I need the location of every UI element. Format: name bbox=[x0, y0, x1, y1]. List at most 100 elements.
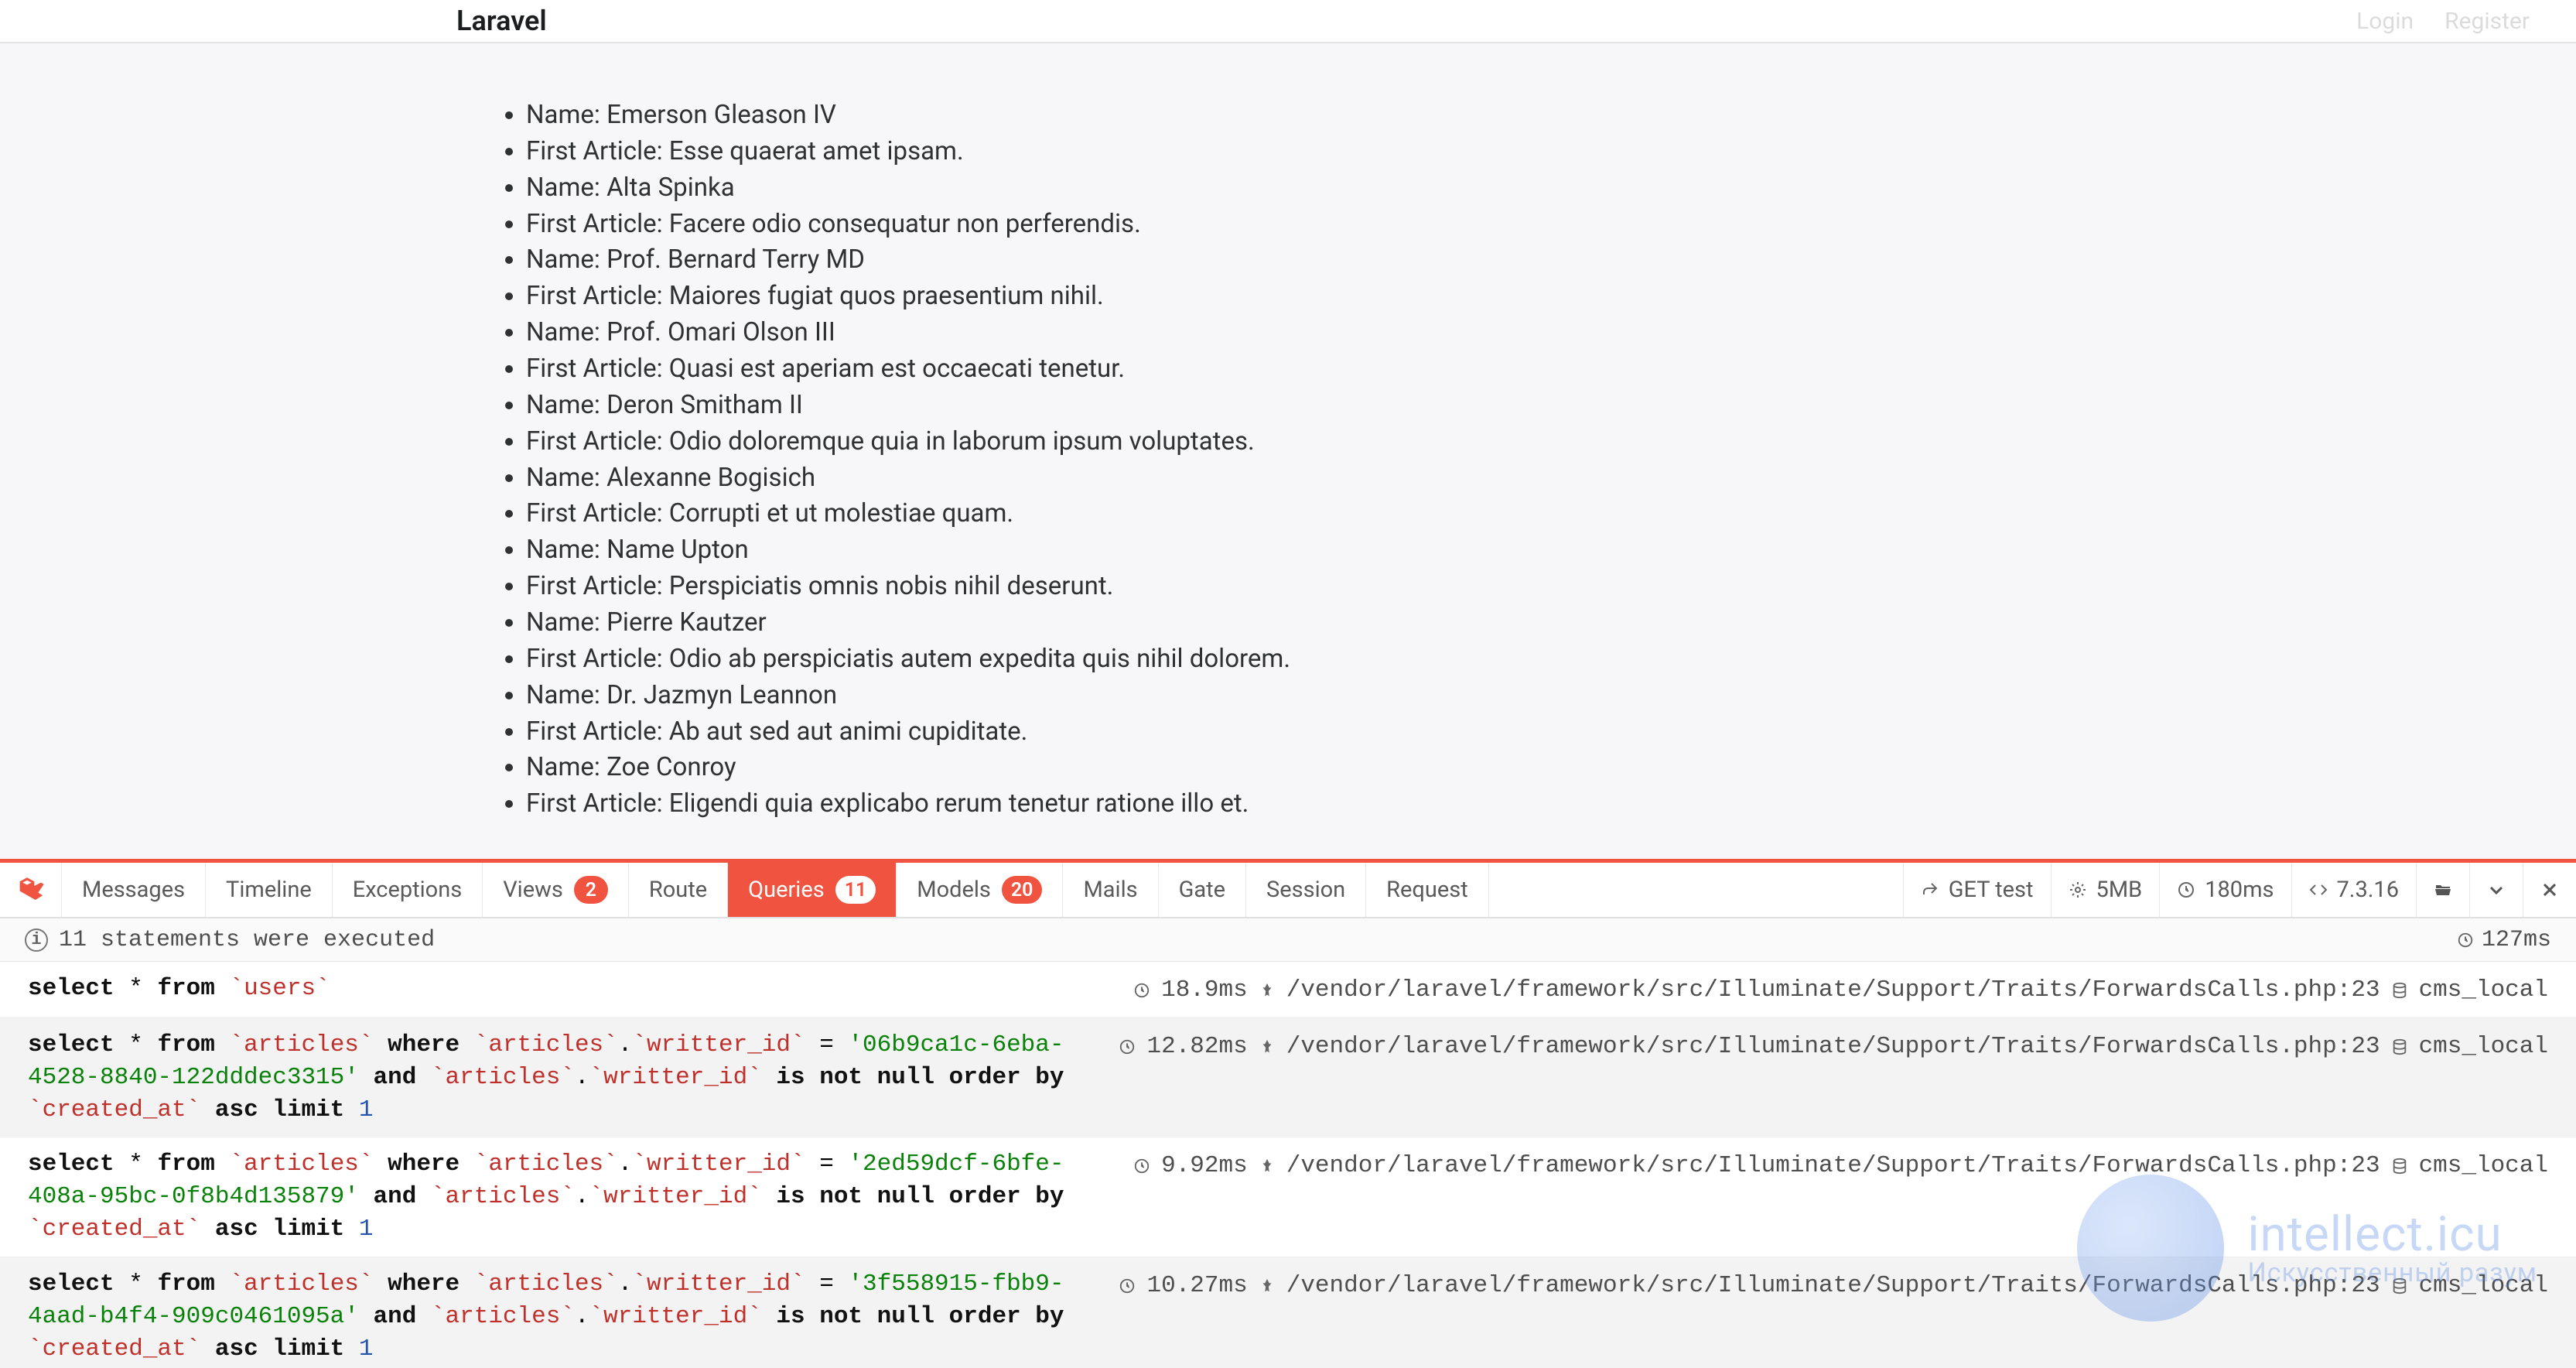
query-path: /vendor/laravel/framework/src/Illuminate… bbox=[1286, 1270, 2380, 1302]
clock-icon bbox=[2177, 881, 2195, 899]
query-time: 10.27ms bbox=[1146, 1270, 1247, 1302]
folder-open-icon bbox=[2434, 881, 2452, 899]
list-item: Name: Alta Spinka bbox=[526, 170, 2576, 207]
gear-icon bbox=[2069, 881, 2087, 899]
list-item: Name: Prof. Omari Olson III bbox=[526, 315, 2576, 351]
info-text: 11 statements were executed bbox=[59, 927, 435, 953]
tab-gate[interactable]: Gate bbox=[1159, 863, 1246, 917]
debugbar: Messages Timeline Exceptions Views 2 Rou… bbox=[0, 859, 2576, 1368]
database-icon bbox=[2391, 1158, 2408, 1175]
tab-views-badge: 2 bbox=[574, 876, 608, 904]
debugbar-nav: Messages Timeline Exceptions Views 2 Rou… bbox=[0, 863, 2576, 918]
clock-icon bbox=[1119, 1277, 1136, 1294]
queries-list: select * from `users`18.9ms/vendor/larav… bbox=[0, 962, 2576, 1368]
info-icon: i bbox=[25, 929, 48, 952]
content-list: Name: Emerson Gleason IVFirst Article: E… bbox=[526, 97, 2576, 823]
tab-exceptions[interactable]: Exceptions bbox=[333, 863, 483, 917]
tab-timeline[interactable]: Timeline bbox=[206, 863, 333, 917]
stat-php[interactable]: 7.3.16 bbox=[2291, 863, 2417, 917]
code-icon bbox=[2309, 881, 2328, 899]
pin-icon bbox=[1259, 982, 1276, 999]
list-item: First Article: Ab aut sed aut animi cupi… bbox=[526, 714, 2576, 751]
stat-time[interactable]: 180ms bbox=[2159, 863, 2291, 917]
info-total-time: 127ms bbox=[2482, 927, 2551, 953]
clock-icon bbox=[1119, 1038, 1136, 1055]
stat-php-value: 7.3.16 bbox=[2337, 877, 2400, 903]
list-item: First Article: Corrupti et ut molestiae … bbox=[526, 496, 2576, 532]
query-path: /vendor/laravel/framework/src/Illuminate… bbox=[1286, 1031, 2380, 1063]
query-sql: select * from `articles` where `articles… bbox=[28, 1148, 1102, 1246]
query-time: 18.9ms bbox=[1161, 974, 1248, 1007]
register-link[interactable]: Register bbox=[2444, 8, 2530, 35]
tab-route[interactable]: Route bbox=[629, 863, 728, 917]
pin-icon bbox=[1259, 1038, 1276, 1055]
clock-icon bbox=[2457, 932, 2474, 949]
tab-models-label: Models bbox=[917, 877, 991, 903]
list-item: Name: Alexanne Bogisich bbox=[526, 460, 2576, 497]
stat-time-value: 180ms bbox=[2205, 877, 2274, 903]
query-db: cms_local bbox=[2419, 1031, 2548, 1063]
laravel-logo-icon[interactable] bbox=[0, 863, 62, 917]
list-item: First Article: Eligendi quia explicabo r… bbox=[526, 786, 2576, 823]
list-item: Name: Zoe Conroy bbox=[526, 750, 2576, 786]
query-db: cms_local bbox=[2419, 1150, 2548, 1182]
close-button[interactable] bbox=[2523, 863, 2576, 917]
query-path: /vendor/laravel/framework/src/Illuminate… bbox=[1286, 1150, 2380, 1182]
clock-icon bbox=[1133, 1158, 1150, 1175]
close-icon bbox=[2540, 881, 2559, 899]
list-item: First Article: Odio doloremque quia in l… bbox=[526, 424, 2576, 460]
debugbar-infobar: i 11 statements were executed 127ms bbox=[0, 918, 2576, 962]
tab-mails[interactable]: Mails bbox=[1063, 863, 1158, 917]
query-db: cms_local bbox=[2419, 1270, 2548, 1302]
tab-queries-badge: 11 bbox=[835, 876, 876, 904]
tab-models-badge: 20 bbox=[1002, 876, 1043, 904]
tab-views-label: Views bbox=[503, 877, 563, 903]
database-icon bbox=[2391, 982, 2408, 999]
query-path: /vendor/laravel/framework/src/Illuminate… bbox=[1286, 974, 2380, 1007]
stat-route[interactable]: GET test bbox=[1903, 863, 2051, 917]
stat-memory-value: 5MB bbox=[2096, 877, 2143, 903]
tab-views[interactable]: Views 2 bbox=[483, 863, 629, 917]
minimize-button[interactable] bbox=[2469, 863, 2523, 917]
query-sql: select * from `articles` where `articles… bbox=[28, 1268, 1088, 1366]
list-item: First Article: Perspiciatis omnis nobis … bbox=[526, 569, 2576, 605]
pin-icon bbox=[1259, 1158, 1276, 1175]
query-row[interactable]: select * from `articles` where `articles… bbox=[0, 1018, 2576, 1138]
query-row[interactable]: select * from `users`18.9ms/vendor/larav… bbox=[0, 962, 2576, 1018]
query-meta: 9.92ms/vendor/laravel/framework/src/Illu… bbox=[1133, 1148, 2548, 1182]
clock-icon bbox=[1133, 982, 1150, 999]
list-item: First Article: Odio ab perspiciatis aute… bbox=[526, 641, 2576, 678]
list-item: Name: Deron Smitham II bbox=[526, 388, 2576, 424]
query-meta: 12.82ms/vendor/laravel/framework/src/Ill… bbox=[1119, 1029, 2548, 1063]
tab-queries[interactable]: Queries 11 bbox=[728, 863, 897, 917]
query-meta: 10.27ms/vendor/laravel/framework/src/Ill… bbox=[1119, 1268, 2548, 1302]
stat-memory[interactable]: 5MB bbox=[2051, 863, 2160, 917]
list-item: First Article: Facere odio consequatur n… bbox=[526, 207, 2576, 243]
tab-queries-label: Queries bbox=[748, 877, 825, 903]
query-meta: 18.9ms/vendor/laravel/framework/src/Illu… bbox=[1133, 973, 2548, 1007]
list-item: Name: Emerson Gleason IV bbox=[526, 97, 2576, 134]
query-row[interactable]: select * from `articles` where `articles… bbox=[0, 1137, 2576, 1257]
query-time: 9.92ms bbox=[1161, 1150, 1248, 1182]
share-icon bbox=[1921, 881, 1939, 899]
list-item: First Article: Esse quaerat amet ipsam. bbox=[526, 134, 2576, 170]
list-item: First Article: Maiores fugiat quos praes… bbox=[526, 279, 2576, 315]
tab-models[interactable]: Models 20 bbox=[897, 863, 1063, 917]
topbar: Laravel Login Register bbox=[0, 0, 2576, 43]
page-content: Name: Emerson Gleason IVFirst Article: E… bbox=[0, 43, 2576, 823]
database-icon bbox=[2391, 1038, 2408, 1055]
tab-session[interactable]: Session bbox=[1246, 863, 1366, 917]
query-db: cms_local bbox=[2419, 974, 2548, 1007]
list-item: Name: Prof. Bernard Terry MD bbox=[526, 242, 2576, 279]
list-item: First Article: Quasi est aperiam est occ… bbox=[526, 351, 2576, 388]
list-item: Name: Pierre Kautzer bbox=[526, 605, 2576, 641]
list-item: Name: Name Upton bbox=[526, 532, 2576, 569]
pin-icon bbox=[1259, 1277, 1276, 1294]
list-item: Name: Dr. Jazmyn Leannon bbox=[526, 678, 2576, 714]
query-row[interactable]: select * from `articles` where `articles… bbox=[0, 1257, 2576, 1368]
login-link[interactable]: Login bbox=[2356, 8, 2414, 35]
folder-button[interactable] bbox=[2416, 863, 2469, 917]
chevron-down-icon bbox=[2487, 881, 2506, 899]
tab-messages[interactable]: Messages bbox=[62, 863, 206, 917]
tab-request[interactable]: Request bbox=[1366, 863, 1489, 917]
